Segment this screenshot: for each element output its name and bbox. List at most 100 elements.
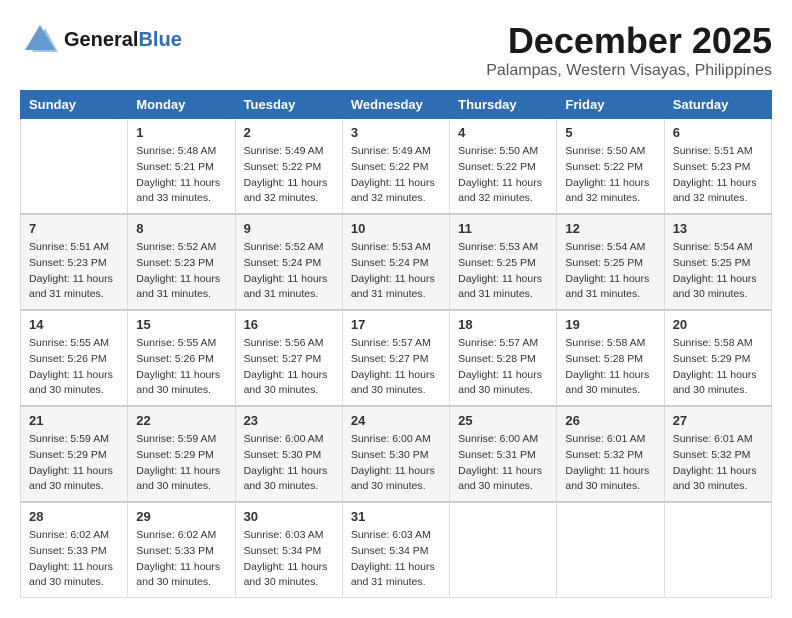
- day-number: 7: [29, 221, 119, 236]
- day-info: Sunrise: 5:49 AMSunset: 5:22 PMDaylight:…: [351, 144, 441, 207]
- day-number: 22: [136, 413, 226, 428]
- day-info: Sunrise: 5:52 AMSunset: 5:24 PMDaylight:…: [244, 240, 334, 303]
- calendar-cell: 8 Sunrise: 5:52 AMSunset: 5:23 PMDaylight…: [128, 214, 235, 310]
- weekday-header-sunday: Sunday: [21, 91, 128, 119]
- calendar-cell: 23 Sunrise: 6:00 AMSunset: 5:30 PMDayligh…: [235, 406, 342, 502]
- calendar-cell: [557, 502, 664, 598]
- weekday-header-wednesday: Wednesday: [342, 91, 449, 119]
- calendar-cell: 29Sunrise: 6:02 AMSunset: 5:33 PMDayligh…: [128, 502, 235, 598]
- weekday-header-friday: Friday: [557, 91, 664, 119]
- page-header: GeneralBlue December 2025 Palampas, West…: [20, 20, 772, 80]
- day-info: Sunrise: 5:57 AMSunset: 5:27 PMDaylight:…: [351, 336, 441, 399]
- weekday-header-saturday: Saturday: [664, 91, 771, 119]
- day-info: Sunrise: 5:58 AMSunset: 5:29 PMDaylight:…: [673, 336, 763, 399]
- day-info: Sunrise: 5:50 AMSunset: 5:22 PMDaylight:…: [565, 144, 655, 207]
- day-number: 12: [565, 221, 655, 236]
- day-info: Sunrise: 6:00 AMSunset: 5:30 PMDaylight:…: [351, 432, 441, 495]
- calendar-cell: 20 Sunrise: 5:58 AMSunset: 5:29 PMDayligh…: [664, 310, 771, 406]
- day-number: 23: [244, 413, 334, 428]
- day-info: Sunrise: 5:51 AMSunset: 5:23 PMDaylight:…: [29, 240, 119, 303]
- month-title: December 2025: [486, 20, 772, 62]
- calendar-cell: 6Sunrise: 5:51 AMSunset: 5:23 PMDaylight…: [664, 119, 771, 215]
- day-number: 3: [351, 125, 441, 140]
- day-info: Sunrise: 5:55 AMSunset: 5:26 PMDaylight:…: [136, 336, 226, 399]
- calendar-cell: 3 Sunrise: 5:49 AMSunset: 5:22 PMDaylight…: [342, 119, 449, 215]
- title-block: December 2025 Palampas, Western Visayas,…: [486, 20, 772, 80]
- calendar-cell: [21, 119, 128, 215]
- calendar-cell: 16 Sunrise: 5:56 AMSunset: 5:27 PMDayligh…: [235, 310, 342, 406]
- day-info: Sunrise: 5:55 AMSunset: 5:26 PMDaylight:…: [29, 336, 119, 399]
- calendar-cell: 9 Sunrise: 5:52 AMSunset: 5:24 PMDaylight…: [235, 214, 342, 310]
- day-number: 2: [244, 125, 334, 140]
- day-number: 28: [29, 509, 119, 524]
- calendar-cell: 14 Sunrise: 5:55 AMSunset: 5:26 PMDayligh…: [21, 310, 128, 406]
- day-info: Sunrise: 5:48 AMSunset: 5:21 PMDaylight:…: [136, 144, 226, 207]
- day-number: 14: [29, 317, 119, 332]
- day-number: 15: [136, 317, 226, 332]
- logo-blue: Blue: [138, 29, 181, 51]
- day-number: 30: [244, 509, 334, 524]
- calendar-week-row: 14 Sunrise: 5:55 AMSunset: 5:26 PMDayligh…: [21, 310, 772, 406]
- day-info: Sunrise: 5:51 AMSunset: 5:23 PMDaylight:…: [673, 144, 763, 207]
- day-info: Sunrise: 6:01 AMSunset: 5:32 PMDaylight:…: [673, 432, 763, 495]
- day-info: Sunrise: 5:52 AMSunset: 5:23 PMDaylight:…: [136, 240, 226, 303]
- calendar-cell: 1Sunrise: 5:48 AMSunset: 5:21 PMDaylight…: [128, 119, 235, 215]
- day-info: Sunrise: 6:00 AMSunset: 5:31 PMDaylight:…: [458, 432, 548, 495]
- calendar-cell: 13Sunrise: 5:54 AMSunset: 5:25 PMDayligh…: [664, 214, 771, 310]
- calendar-cell: 7 Sunrise: 5:51 AMSunset: 5:23 PMDaylight…: [21, 214, 128, 310]
- calendar-cell: 11 Sunrise: 5:53 AMSunset: 5:25 PMDayligh…: [450, 214, 557, 310]
- day-number: 21: [29, 413, 119, 428]
- calendar-cell: 26 Sunrise: 6:01 AMSunset: 5:32 PMDayligh…: [557, 406, 664, 502]
- calendar-cell: 22 Sunrise: 5:59 AMSunset: 5:29 PMDayligh…: [128, 406, 235, 502]
- calendar-cell: 4 Sunrise: 5:50 AMSunset: 5:22 PMDaylight…: [450, 119, 557, 215]
- calendar-cell: 28Sunrise: 6:02 AMSunset: 5:33 PMDayligh…: [21, 502, 128, 598]
- day-info: Sunrise: 5:49 AMSunset: 5:22 PMDaylight:…: [244, 144, 334, 207]
- calendar-week-row: 21 Sunrise: 5:59 AMSunset: 5:29 PMDayligh…: [21, 406, 772, 502]
- calendar-cell: 10 Sunrise: 5:53 AMSunset: 5:24 PMDayligh…: [342, 214, 449, 310]
- calendar-cell: [664, 502, 771, 598]
- day-info: Sunrise: 5:56 AMSunset: 5:27 PMDaylight:…: [244, 336, 334, 399]
- day-number: 24: [351, 413, 441, 428]
- calendar-cell: [450, 502, 557, 598]
- calendar-cell: 30 Sunrise: 6:03 AMSunset: 5:34 PMDayligh…: [235, 502, 342, 598]
- weekday-header-tuesday: Tuesday: [235, 91, 342, 119]
- day-info: Sunrise: 5:54 AMSunset: 5:25 PMDaylight:…: [565, 240, 655, 303]
- day-number: 20: [673, 317, 763, 332]
- day-number: 18: [458, 317, 548, 332]
- calendar-cell: 24 Sunrise: 6:00 AMSunset: 5:30 PMDayligh…: [342, 406, 449, 502]
- calendar-cell: 5 Sunrise: 5:50 AMSunset: 5:22 PMDaylight…: [557, 119, 664, 215]
- calendar-cell: 18 Sunrise: 5:57 AMSunset: 5:28 PMDayligh…: [450, 310, 557, 406]
- day-info: Sunrise: 5:53 AMSunset: 5:24 PMDaylight:…: [351, 240, 441, 303]
- day-number: 10: [351, 221, 441, 236]
- day-info: Sunrise: 5:57 AMSunset: 5:28 PMDaylight:…: [458, 336, 548, 399]
- calendar-week-row: 7 Sunrise: 5:51 AMSunset: 5:23 PMDaylight…: [21, 214, 772, 310]
- day-number: 9: [244, 221, 334, 236]
- calendar-cell: 31Sunrise: 6:03 AMSunset: 5:34 PMDayligh…: [342, 502, 449, 598]
- day-info: Sunrise: 5:50 AMSunset: 5:22 PMDaylight:…: [458, 144, 548, 207]
- day-number: 19: [565, 317, 655, 332]
- day-number: 4: [458, 125, 548, 140]
- calendar-cell: 12 Sunrise: 5:54 AMSunset: 5:25 PMDayligh…: [557, 214, 664, 310]
- calendar-cell: 21Sunrise: 5:59 AMSunset: 5:29 PMDayligh…: [21, 406, 128, 502]
- logo-icon: [20, 20, 60, 60]
- day-info: Sunrise: 5:53 AMSunset: 5:25 PMDaylight:…: [458, 240, 548, 303]
- calendar-cell: 19Sunrise: 5:58 AMSunset: 5:28 PMDayligh…: [557, 310, 664, 406]
- day-info: Sunrise: 5:59 AMSunset: 5:29 PMDaylight:…: [136, 432, 226, 495]
- day-info: Sunrise: 6:01 AMSunset: 5:32 PMDaylight:…: [565, 432, 655, 495]
- day-info: Sunrise: 6:03 AMSunset: 5:34 PMDaylight:…: [244, 528, 334, 591]
- day-number: 27: [673, 413, 763, 428]
- calendar-cell: 17 Sunrise: 5:57 AMSunset: 5:27 PMDayligh…: [342, 310, 449, 406]
- day-info: Sunrise: 6:00 AMSunset: 5:30 PMDaylight:…: [244, 432, 334, 495]
- day-number: 11: [458, 221, 548, 236]
- day-number: 17: [351, 317, 441, 332]
- calendar-week-row: 1Sunrise: 5:48 AMSunset: 5:21 PMDaylight…: [21, 119, 772, 215]
- weekday-header-thursday: Thursday: [450, 91, 557, 119]
- day-number: 8: [136, 221, 226, 236]
- weekday-header-monday: Monday: [128, 91, 235, 119]
- day-number: 26: [565, 413, 655, 428]
- logo-general: General: [64, 29, 138, 51]
- day-number: 16: [244, 317, 334, 332]
- logo: GeneralBlue: [20, 20, 182, 60]
- day-number: 5: [565, 125, 655, 140]
- day-info: Sunrise: 6:03 AMSunset: 5:34 PMDaylight:…: [351, 528, 441, 591]
